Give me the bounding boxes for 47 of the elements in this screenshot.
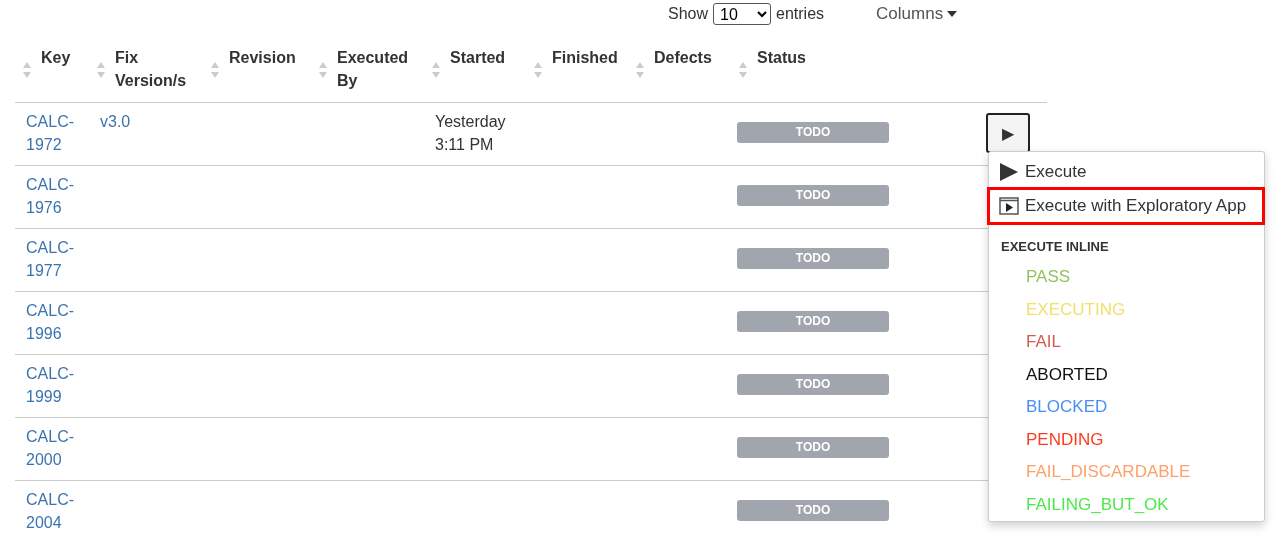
- status-badge: TODO: [737, 500, 889, 521]
- menu-section-header: EXECUTE INLINE: [1000, 238, 1110, 256]
- caret-icon: [947, 11, 958, 17]
- column-header: Finished: [552, 48, 618, 68]
- menu-item[interactable]: Execute: [989, 157, 1264, 187]
- column-header: Fix Version/s: [115, 48, 188, 91]
- menu-item[interactable]: Execute with Exploratory App: [987, 187, 1265, 225]
- sort-icon[interactable]: [22, 60, 32, 80]
- sort-icon[interactable]: [210, 60, 220, 80]
- column-header: Revision: [229, 48, 296, 68]
- issue-key-link[interactable]: CALC-1972: [26, 110, 79, 156]
- issue-key-link[interactable]: CALC-2004: [26, 488, 79, 534]
- fix-version-link[interactable]: v3.0: [100, 110, 193, 133]
- sort-icon[interactable]: [533, 60, 543, 80]
- show-label: Show: [668, 5, 709, 23]
- column-header: Started: [450, 48, 506, 68]
- issue-key-link[interactable]: CALC-2000: [26, 425, 79, 471]
- status-badge: TODO: [737, 437, 889, 458]
- column-header: Status: [757, 48, 806, 68]
- status-badge: TODO: [737, 374, 889, 395]
- status-option[interactable]: PENDING: [989, 428, 1264, 461]
- status-badge: TODO: [737, 185, 889, 206]
- column-header: Executed By: [337, 48, 410, 91]
- issue-key-link[interactable]: CALC-1976: [26, 173, 79, 219]
- columns-button[interactable]: Columns: [876, 4, 958, 24]
- sort-icon[interactable]: [318, 60, 328, 80]
- status-option[interactable]: BLOCKED: [989, 396, 1264, 429]
- column-header: Defects: [654, 48, 712, 68]
- sort-icon[interactable]: [738, 60, 748, 80]
- status-badge: TODO: [737, 248, 889, 269]
- sort-icon[interactable]: [96, 60, 106, 80]
- column-header: Key: [41, 48, 71, 68]
- run-button[interactable]: ▶: [986, 113, 1030, 153]
- status-option[interactable]: FAIL: [989, 331, 1264, 364]
- sort-icon[interactable]: [431, 60, 441, 80]
- window-play-icon: [999, 197, 1019, 215]
- status-badge: TODO: [737, 122, 889, 143]
- entries-label: entries: [776, 5, 825, 23]
- page-size-select[interactable]: 10: [713, 3, 772, 25]
- sort-icon[interactable]: [635, 60, 645, 80]
- status-option[interactable]: ABORTED: [989, 363, 1264, 396]
- started-time: Yesterday 3:11 PM: [435, 113, 506, 153]
- play-icon: [999, 162, 1019, 182]
- issue-key-link[interactable]: CALC-1996: [26, 299, 79, 345]
- issue-key-link[interactable]: CALC-1977: [26, 236, 79, 282]
- issue-key-link[interactable]: CALC-1999: [26, 362, 79, 408]
- status-badge: TODO: [737, 311, 889, 332]
